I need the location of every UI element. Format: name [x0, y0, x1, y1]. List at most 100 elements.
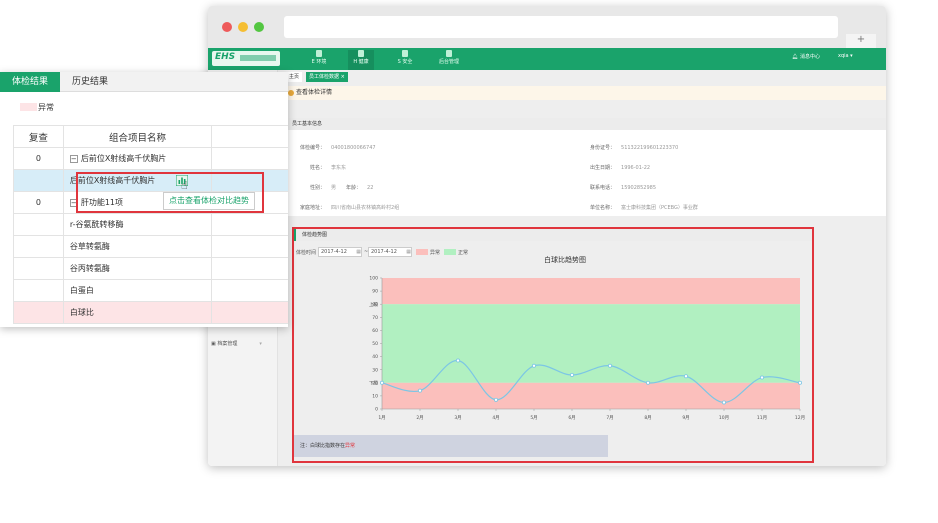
- info-address: 家庭地址： 四川省南山县农林镇高岭村2组: [300, 205, 400, 211]
- tab-employee-exam[interactable]: 员工体检数据 ×: [306, 72, 348, 82]
- table-row[interactable]: 白蛋白: [13, 279, 288, 302]
- table-row[interactable]: 后前位X射线高千伏胸片: [13, 169, 288, 192]
- extra-cell: [211, 213, 288, 236]
- x-tick-label: 10月: [719, 415, 729, 421]
- header-recheck: 复查: [13, 125, 64, 148]
- recheck-cell: [13, 235, 64, 258]
- nav-environment[interactable]: E 环境: [306, 50, 332, 65]
- info-id-no: 身份证号： 511322199601223370: [590, 145, 679, 151]
- x-tick-label: 12月: [795, 415, 805, 421]
- x-tick-label: 9月: [682, 415, 689, 421]
- data-point: [418, 388, 423, 393]
- minimize-dot[interactable]: [238, 22, 248, 32]
- collapse-icon[interactable]: −: [69, 198, 78, 207]
- nav-health[interactable]: H 健康: [348, 50, 374, 70]
- calendar-icon: ▦: [356, 249, 361, 255]
- x-tick-label: 7月: [606, 415, 613, 421]
- recheck-cell: 0: [13, 147, 64, 170]
- data-point: [531, 363, 536, 368]
- user-menu[interactable]: xqia ▾: [838, 53, 853, 59]
- data-point: [455, 358, 460, 363]
- date-to-value: 2017-4-12: [371, 249, 397, 255]
- nav-admin[interactable]: 后台管理: [436, 50, 462, 65]
- panel-title: 员工基本信息: [284, 118, 886, 130]
- x-tick-label: 8月: [644, 415, 651, 421]
- legend-normal-swatch: [444, 249, 456, 255]
- table-row[interactable]: r-谷氨酰转移酶: [13, 213, 288, 236]
- trend-panel-title: 体检趋势图: [294, 229, 812, 241]
- y-tick-label: 40: [372, 354, 378, 360]
- tab-history-result[interactable]: 历史结果: [60, 72, 120, 92]
- data-point: [493, 397, 498, 402]
- trend-note: 注：白球比指数存在异常: [294, 435, 608, 457]
- band-normal: [382, 304, 800, 383]
- header-item-name: 组合项目名称: [62, 125, 213, 148]
- safety-icon: [402, 50, 408, 57]
- data-point: [721, 400, 726, 405]
- new-tab-icon[interactable]: +: [846, 34, 876, 48]
- data-point: [569, 372, 574, 377]
- data-point: [607, 363, 612, 368]
- tab-exam-result[interactable]: 体检结果: [0, 72, 60, 92]
- breadcrumb: 查看体检详情: [284, 86, 886, 100]
- legend-abnormal-label: 异常: [38, 103, 54, 112]
- extra-cell: [211, 235, 288, 258]
- note-text: 注：白球比指数存在: [300, 443, 346, 449]
- extra-cell: [211, 279, 288, 302]
- table-row[interactable]: 谷丙转氨酶: [13, 257, 288, 280]
- extra-cell: [211, 257, 288, 280]
- maximize-dot[interactable]: [254, 22, 264, 32]
- health-icon: [358, 50, 364, 57]
- app-header: EHS E 环境 H 健康 S 安全 后台管理 🔔︎ 消息中心 xqia ▾: [208, 48, 886, 70]
- x-tick-label: 4月: [492, 415, 499, 421]
- date-from-input[interactable]: 2017-4-12 ▦: [318, 247, 362, 257]
- x-tick-label: 1月: [378, 415, 385, 421]
- band-upper-abnormal: [382, 278, 800, 305]
- info-gender: 性别：男: [310, 185, 337, 191]
- data-point: [759, 375, 764, 380]
- nav-label: 后台管理: [438, 59, 459, 65]
- data-point: [683, 374, 688, 379]
- table-row[interactable]: 0− 后前位X射线高千伏胸片: [13, 147, 288, 170]
- close-dot[interactable]: [222, 22, 232, 32]
- info-phone: 联系电话： 15902852985: [590, 185, 657, 191]
- tab-home[interactable]: 主页: [286, 72, 303, 82]
- info-exam-no: 体检编号： 04001800066747: [300, 145, 376, 151]
- x-tick-label: 3月: [454, 415, 461, 421]
- data-point: [645, 380, 650, 385]
- extra-cell: [211, 147, 288, 170]
- collapse-icon[interactable]: −: [69, 154, 78, 163]
- item-name: 谷草转氨酶: [62, 235, 213, 258]
- table-row[interactable]: 谷草转氨酶: [13, 235, 288, 258]
- x-tick-label: 5月: [530, 415, 537, 421]
- address-bar[interactable]: [284, 16, 838, 38]
- y-tick-label: 10: [372, 394, 378, 400]
- sidebar-item-archive[interactable]: ▣ 档案管理 ▾: [211, 340, 262, 347]
- chart-title: 白球比趋势图: [544, 256, 586, 264]
- nav-label: E 环境: [311, 59, 327, 65]
- bell-icon: 🔔︎: [792, 54, 800, 60]
- data-point: [797, 380, 802, 385]
- nav-safety[interactable]: S 安全: [392, 50, 418, 65]
- basic-info-panel: 员工基本信息 体检编号： 04001800066747 身份证号： 51132219…: [284, 118, 886, 216]
- note-flag: 异常: [345, 443, 356, 449]
- legend-abnormal-label: 异常: [430, 250, 441, 256]
- y-tick-label: 30: [372, 367, 378, 373]
- table-header: 复查 组合项目名称: [13, 125, 288, 148]
- date-to-input[interactable]: 2017-4-12 ▦: [368, 247, 412, 257]
- leaf-icon: [316, 50, 322, 57]
- table-row[interactable]: 白球比: [13, 301, 288, 324]
- admin-icon: [446, 50, 452, 57]
- x-tick-label: 11月: [757, 415, 767, 421]
- pointer-cursor-icon: ☝︎: [181, 179, 188, 192]
- y-tick-label: 0: [375, 407, 378, 413]
- info-icon: [288, 90, 294, 96]
- x-tick-label: 2月: [416, 415, 423, 421]
- item-cell[interactable]: 后前位X射线高千伏胸片: [62, 169, 213, 192]
- trend-tooltip: 点击查看体检对比趋势: [163, 192, 255, 210]
- item-name: 谷丙转氨酶: [62, 257, 213, 280]
- y-tick-label: 100: [369, 276, 378, 282]
- group-cell[interactable]: − 后前位X射线高千伏胸片: [62, 147, 213, 170]
- message-center[interactable]: 🔔︎ 消息中心: [792, 53, 820, 60]
- y-tick-label: 50: [372, 341, 378, 347]
